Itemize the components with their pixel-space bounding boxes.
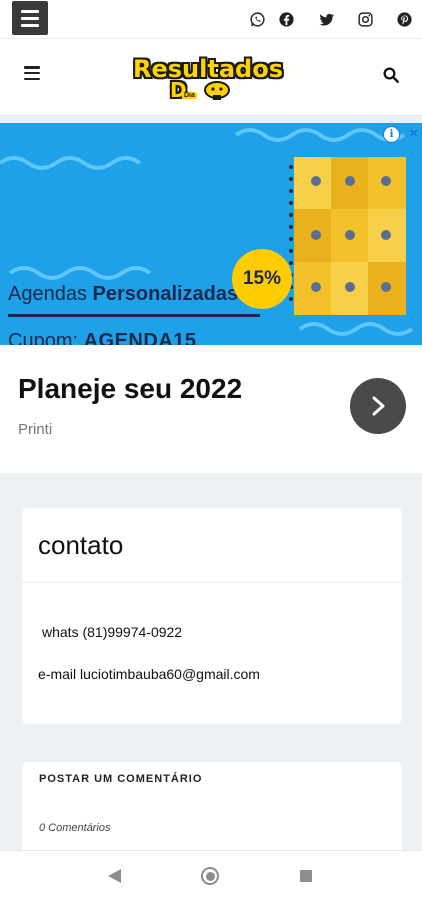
- post-divider: [22, 582, 402, 583]
- cta-next-button[interactable]: [350, 378, 406, 434]
- ad-divider: [8, 314, 260, 317]
- discount-badge: 15%: [232, 249, 292, 309]
- ad-coupon-code: AGENDA15: [83, 330, 197, 345]
- post-whatsapp: whats (81)99974-0922: [42, 624, 183, 640]
- site-header: Resultados D Dia: [0, 39, 422, 116]
- ad-headline-regular: Agendas: [8, 283, 93, 305]
- comments-card: POSTAR UM COMENTÁRIO 0 Comentários: [22, 762, 402, 862]
- ad-headline-bold: Personalizadas: [92, 283, 239, 305]
- search-icon[interactable]: [382, 66, 400, 84]
- ad-headline: Agendas Personalizadas: [8, 283, 238, 306]
- planner-image: [289, 157, 406, 315]
- home-icon[interactable]: [201, 867, 219, 885]
- top-menu-button[interactable]: [12, 1, 48, 35]
- back-icon[interactable]: [108, 869, 122, 883]
- ad-banner[interactable]: i × Agendas Personalizadas Cupom: AGENDA…: [0, 123, 422, 345]
- facebook-icon[interactable]: [278, 9, 295, 29]
- lightbulb-icon: [204, 81, 230, 100]
- ad-coupon: Cupom: AGENDA15: [8, 330, 197, 345]
- post-title: contato: [38, 530, 124, 560]
- post-card: contato whats (81)99974-0922 e-mail luci…: [22, 508, 402, 724]
- whatsapp-icon[interactable]: [249, 9, 266, 29]
- ad-close-icon[interactable]: ×: [409, 125, 418, 142]
- logo-small-text: Dia: [182, 92, 197, 99]
- site-logo[interactable]: Resultados D Dia: [104, 56, 312, 108]
- twitter-icon[interactable]: [318, 9, 335, 29]
- comments-heading: POSTAR UM COMENTÁRIO: [39, 773, 203, 785]
- chevron-right-icon: [372, 396, 385, 416]
- ad-cta[interactable]: Planeje seu 2022 Printi: [0, 345, 422, 473]
- menu-icon[interactable]: [24, 66, 40, 80]
- ad-info-icon[interactable]: i: [383, 126, 400, 143]
- logo-text: Resultados: [133, 55, 283, 83]
- top-social-bar: [0, 0, 422, 39]
- recent-apps-icon[interactable]: [300, 870, 312, 882]
- cta-advertiser: Printi: [18, 421, 53, 438]
- system-nav-bar: [0, 850, 422, 901]
- ad-coupon-label: Cupom:: [8, 330, 84, 345]
- pinterest-icon[interactable]: [396, 9, 413, 29]
- post-email: e-mail luciotimbauba60@gmail.com: [38, 666, 260, 682]
- cta-title: Planeje seu 2022: [18, 373, 243, 404]
- instagram-icon[interactable]: [357, 9, 374, 29]
- comments-count: 0 Comentários: [39, 822, 111, 834]
